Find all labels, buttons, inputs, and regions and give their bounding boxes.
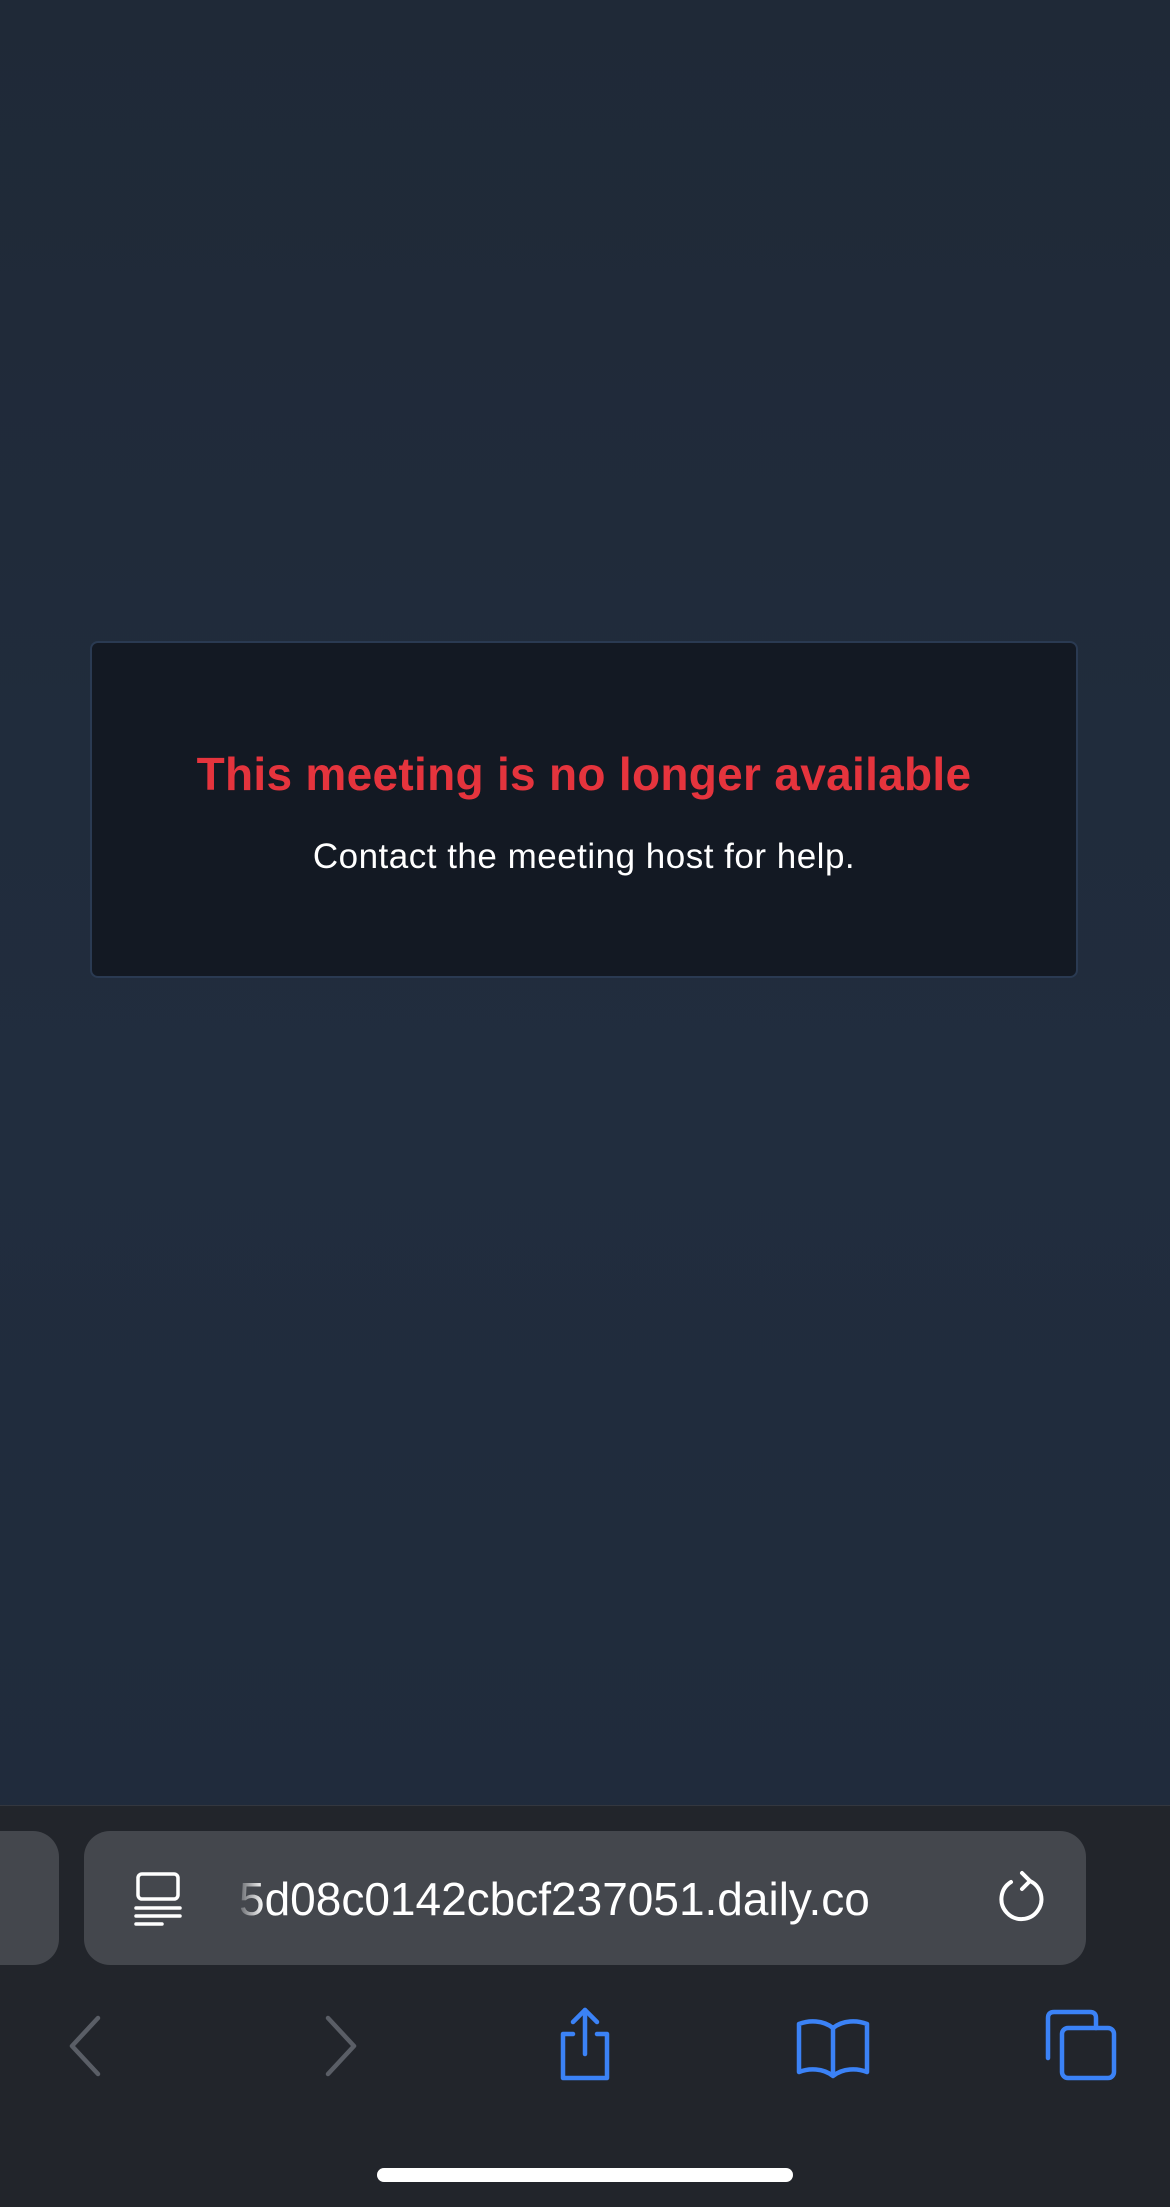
chevron-right-icon[interactable] bbox=[300, 2006, 380, 2086]
reader-mode-icon[interactable] bbox=[134, 1871, 184, 1927]
address-bar[interactable]: 5d08c0142cbcf237051.daily.co bbox=[84, 1831, 1086, 1965]
url-fade bbox=[234, 1861, 264, 1937]
browser-toolbar: 5d08c0142cbcf237051.daily.co bbox=[0, 1805, 1170, 2207]
book-icon[interactable] bbox=[793, 2006, 873, 2086]
chevron-left-icon[interactable] bbox=[46, 2006, 126, 2086]
error-message: Contact the meeting host for help. bbox=[312, 837, 856, 876]
previous-tab-preview[interactable] bbox=[0, 1831, 59, 1965]
meeting-content: This meeting is no longer available Cont… bbox=[0, 0, 1170, 1805]
reload-icon[interactable] bbox=[992, 1869, 1052, 1929]
error-card: This meeting is no longer available Cont… bbox=[90, 641, 1078, 978]
error-title: This meeting is no longer available bbox=[196, 748, 972, 800]
app-page: This meeting is no longer available Cont… bbox=[0, 0, 1170, 2207]
home-indicator[interactable] bbox=[377, 2168, 793, 2182]
tabs-icon[interactable] bbox=[1040, 2006, 1120, 2086]
share-icon[interactable] bbox=[545, 2006, 625, 2086]
url-text[interactable]: 5d08c0142cbcf237051.daily.co bbox=[239, 1871, 959, 1927]
